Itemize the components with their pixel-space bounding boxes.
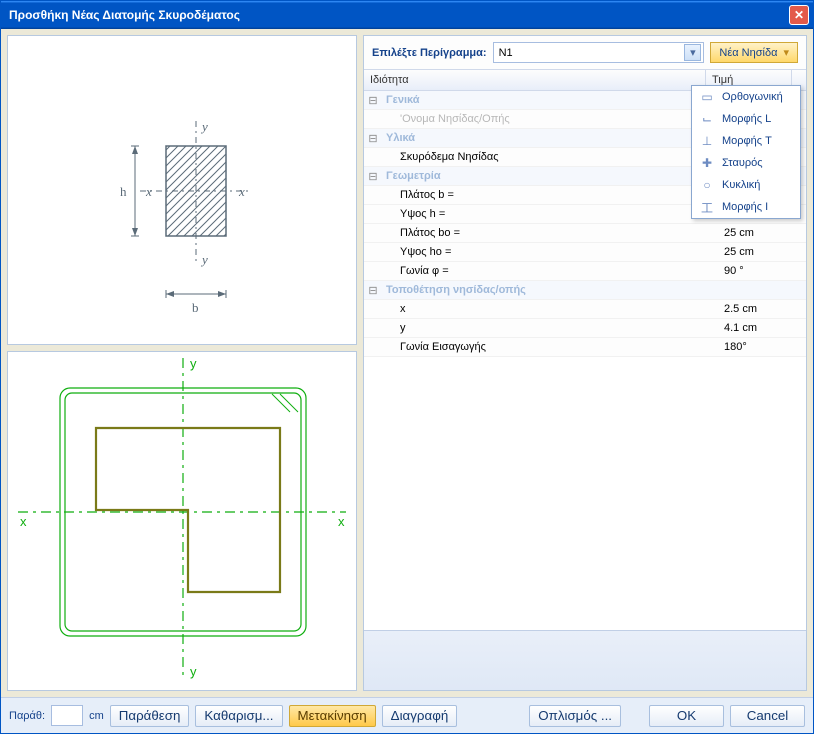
dropdown-item-label: Μορφής I: [722, 201, 768, 213]
dropdown-item-label: Κυκλική: [722, 179, 760, 191]
offset-label: Παράθ:: [9, 710, 45, 722]
rebar-button[interactable]: Οπλισμός ...: [529, 705, 621, 727]
grid-property-row[interactable]: Γωνία Εισαγωγής180°: [364, 338, 806, 357]
cross-icon: ✚: [700, 156, 714, 170]
property-name: Πλάτος b =: [382, 189, 720, 201]
property-name: Πλάτος bo =: [382, 227, 720, 239]
axis-y-label-bottom: y: [200, 252, 208, 267]
property-value[interactable]: 25 cm: [720, 227, 806, 239]
dialog-window: Προσθήκη Νέας Διατομής Σκυροδέματος ✕: [0, 0, 814, 734]
outline-combo[interactable]: N1 ▾: [493, 42, 705, 63]
new-island-dropdown: ▭ Ορθογωνική ⌙ Μορφής L ⊥ Μορφής T ✚ Σταυρός ○ Κυ…: [691, 85, 801, 219]
dropdown-item[interactable]: ✚ Σταυρός: [692, 152, 800, 174]
dropdown-item-label: Ορθογωνική: [722, 91, 783, 103]
property-name: Υλικά: [382, 132, 720, 144]
plan-axis-y-label-top: y: [190, 356, 197, 371]
grid-filler: [364, 357, 806, 630]
dropdown-item[interactable]: ○ Κυκλική: [692, 174, 800, 196]
footer-bar: Παράθ: cm Παράθεση Καθαρισμ... Μετακίνησ…: [1, 697, 813, 733]
outline-selector-label: Επιλέξτε Περίγραμμα:: [372, 47, 487, 59]
t-shape-icon: ⊥: [700, 134, 714, 148]
offset-unit: cm: [89, 710, 104, 722]
dropdown-item[interactable]: ⌙ Μορφής L: [692, 108, 800, 130]
ok-button[interactable]: OK: [649, 705, 724, 727]
outline-combo-value: N1: [499, 47, 685, 59]
clear-button[interactable]: Καθαρισμ...: [195, 705, 282, 727]
axis-x-label-left: x: [145, 184, 152, 199]
cancel-button[interactable]: Cancel: [730, 705, 805, 727]
property-value[interactable]: 180°: [720, 341, 806, 353]
titlebar: Προσθήκη Νέας Διατομής Σκυροδέματος ✕: [1, 1, 813, 29]
property-name: Γεωμετρία: [382, 170, 720, 182]
outline-selector-row: Επιλέξτε Περίγραμμα: N1 ▾ Νέα Νησίδα ▾: [364, 36, 806, 69]
plan-view-svg: x x y y: [8, 352, 356, 682]
grid-description-bar: [364, 630, 806, 690]
left-column: y y x x h: [7, 35, 357, 691]
delete-button[interactable]: Διαγραφή: [382, 705, 458, 727]
property-name: Υψος ho =: [382, 246, 720, 258]
dialog-body: y y x x h: [1, 29, 813, 697]
offset-input[interactable]: [51, 705, 83, 726]
expand-toggle[interactable]: ⊟: [364, 132, 382, 145]
plan-view-panel[interactable]: x x y y: [7, 351, 357, 691]
property-name: x: [382, 303, 720, 315]
axis-y-label-top: y: [200, 119, 208, 134]
dropdown-item[interactable]: ▭ Ορθογωνική: [692, 86, 800, 108]
property-name: Γωνία φ =: [382, 265, 720, 277]
grid-header-property: Ιδιότητα: [364, 70, 706, 90]
grid-category-row[interactable]: ⊟Τοποθέτηση νησίδας/οπής: [364, 281, 806, 300]
property-name: 'Ονομα Νησίδας/Οπής: [382, 113, 720, 125]
chevron-down-icon: ▾: [783, 46, 789, 59]
rect-icon: ▭: [700, 90, 714, 104]
schematic-svg: y y x x h: [8, 36, 356, 344]
i-shape-icon: 工: [700, 200, 714, 214]
dim-h-label: h: [120, 184, 127, 199]
window-title: Προσθήκη Νέας Διατομής Σκυροδέματος: [9, 8, 789, 22]
plan-axis-y-label-bottom: y: [190, 664, 197, 679]
chevron-down-icon: ▾: [684, 44, 701, 61]
dropdown-item-label: Μορφής L: [722, 113, 771, 125]
dropdown-item-label: Μορφής T: [722, 135, 772, 147]
property-name: Τοποθέτηση νησίδας/οπής: [382, 284, 720, 296]
move-button[interactable]: Μετακίνηση: [289, 705, 376, 727]
l-shape-icon: ⌙: [700, 112, 714, 126]
dropdown-item[interactable]: ⊥ Μορφής T: [692, 130, 800, 152]
property-name: Σκυρόδεμα Νησίδας: [382, 151, 720, 163]
axis-x-label-right: x: [238, 184, 245, 199]
property-value[interactable]: 4.1 cm: [720, 322, 806, 334]
new-island-button[interactable]: Νέα Νησίδα ▾: [710, 42, 798, 63]
property-value[interactable]: 90 °: [720, 265, 806, 277]
grid-property-row[interactable]: Πλάτος bo =25 cm: [364, 224, 806, 243]
dropdown-item-label: Σταυρός: [722, 157, 763, 169]
property-value[interactable]: 2.5 cm: [720, 303, 806, 315]
offset-button[interactable]: Παράθεση: [110, 705, 190, 727]
property-name: Γωνία Εισαγωγής: [382, 341, 720, 353]
section-schematic-panel: y y x x h: [7, 35, 357, 345]
inner-l-shape: [96, 428, 280, 592]
property-value[interactable]: 25 cm: [720, 246, 806, 258]
dropdown-item[interactable]: 工 Μορφής I: [692, 196, 800, 218]
plan-axis-x-label-left: x: [20, 514, 27, 529]
close-icon: ✕: [794, 8, 804, 22]
plan-axis-x-label-right: x: [338, 514, 345, 529]
expand-toggle[interactable]: ⊟: [364, 94, 382, 107]
grid-property-row[interactable]: Γωνία φ =90 °: [364, 262, 806, 281]
property-name: Υψος h =: [382, 208, 720, 220]
grid-property-row[interactable]: Υψος ho =25 cm: [364, 243, 806, 262]
dim-b-label: b: [192, 300, 199, 315]
property-name: Γενικά: [382, 94, 720, 106]
grid-property-row[interactable]: x2.5 cm: [364, 300, 806, 319]
new-island-label: Νέα Νησίδα: [719, 47, 777, 59]
property-name: y: [382, 322, 720, 334]
close-button[interactable]: ✕: [789, 5, 809, 25]
expand-toggle[interactable]: ⊟: [364, 284, 382, 297]
grid-property-row[interactable]: y4.1 cm: [364, 319, 806, 338]
circle-icon: ○: [700, 178, 714, 192]
expand-toggle[interactable]: ⊟: [364, 170, 382, 183]
